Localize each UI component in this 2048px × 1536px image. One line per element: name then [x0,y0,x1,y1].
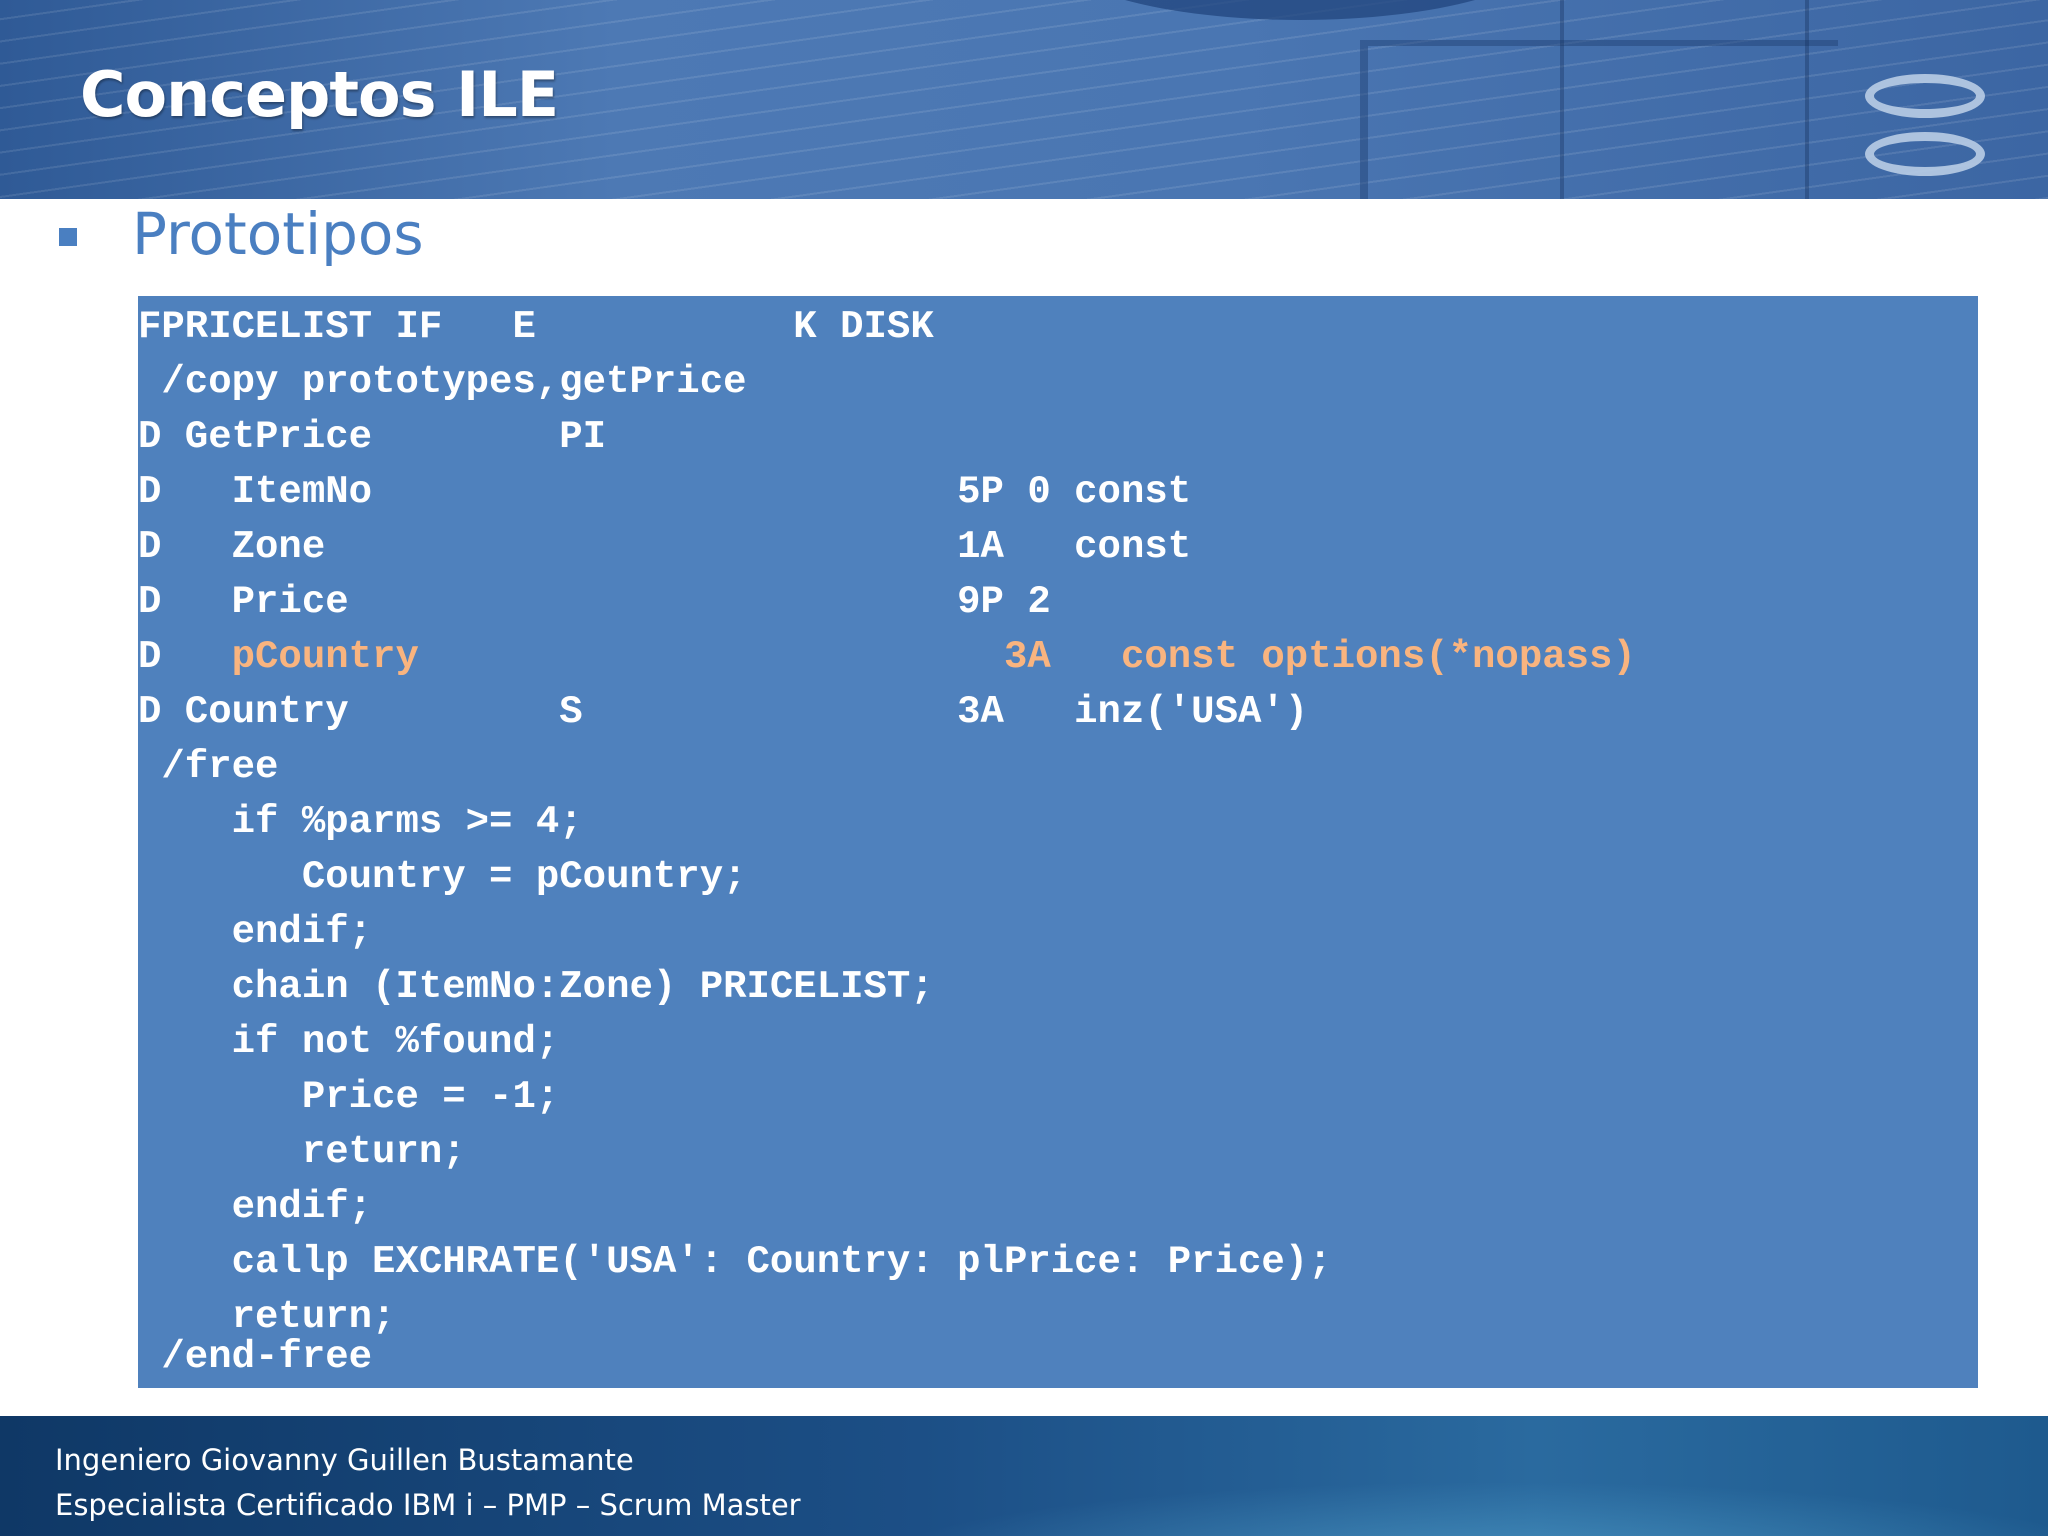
header-decoration [1050,0,1550,20]
code-line: D Price 9P 2 [138,580,1051,624]
code-line: FPRICELIST IF E K DISK [138,305,934,349]
code-line: D GetPrice PI [138,415,607,459]
slide-footer: Ingeniero Giovanny Guillen Bustamante Es… [0,1416,2048,1536]
bullet-heading: Prototipos [132,200,424,268]
code-line: D Country S 3A inz('USA') [138,690,1309,734]
code-line: /copy prototypes,getPrice [138,360,747,404]
code-highlight-text: pCountry 3A const options(*nopass) [231,635,1636,679]
code-line: Country = pCountry; [138,855,747,899]
code-line: chain (ItemNo:Zone) PRICELIST; [138,965,934,1009]
code-line: /end-free [138,1335,373,1379]
logo-ring [1865,74,1985,118]
code-line: D ItemNo 5P 0 const [138,470,1192,514]
ibm-i-logo-icon [1865,70,1995,190]
header-decoration [1560,0,1564,199]
bullet-square-icon [59,228,77,246]
code-line: Price = -1; [138,1075,560,1119]
header-decoration [1360,40,1838,199]
header-decoration [1805,0,1809,199]
code-line: callp EXCHRATE('USA': Country: plPrice: … [138,1240,1332,1284]
footer-credentials: Especialista Certificado IBM i – PMP – S… [55,1488,801,1522]
logo-ring [1865,132,1985,176]
slide-header: Conceptos ILE [0,0,2048,199]
code-line-highlighted: D pCountry 3A const options(*nopass) [138,630,1636,685]
code-line: /free [138,745,279,789]
code-line: D Zone 1A const [138,525,1192,569]
code-line: if not %found; [138,1020,560,1064]
code-line: if %parms >= 4; [138,800,583,844]
code-line-prefix: D [138,635,232,679]
slide-title: Conceptos ILE [80,58,559,131]
footer-author: Ingeniero Giovanny Guillen Bustamante [55,1443,634,1477]
code-line: endif; [138,910,373,954]
code-block: FPRICELIST IF E K DISK /copy prototypes,… [138,296,1978,1388]
code-line: return; [138,1130,466,1174]
code-line: endif; [138,1185,373,1229]
